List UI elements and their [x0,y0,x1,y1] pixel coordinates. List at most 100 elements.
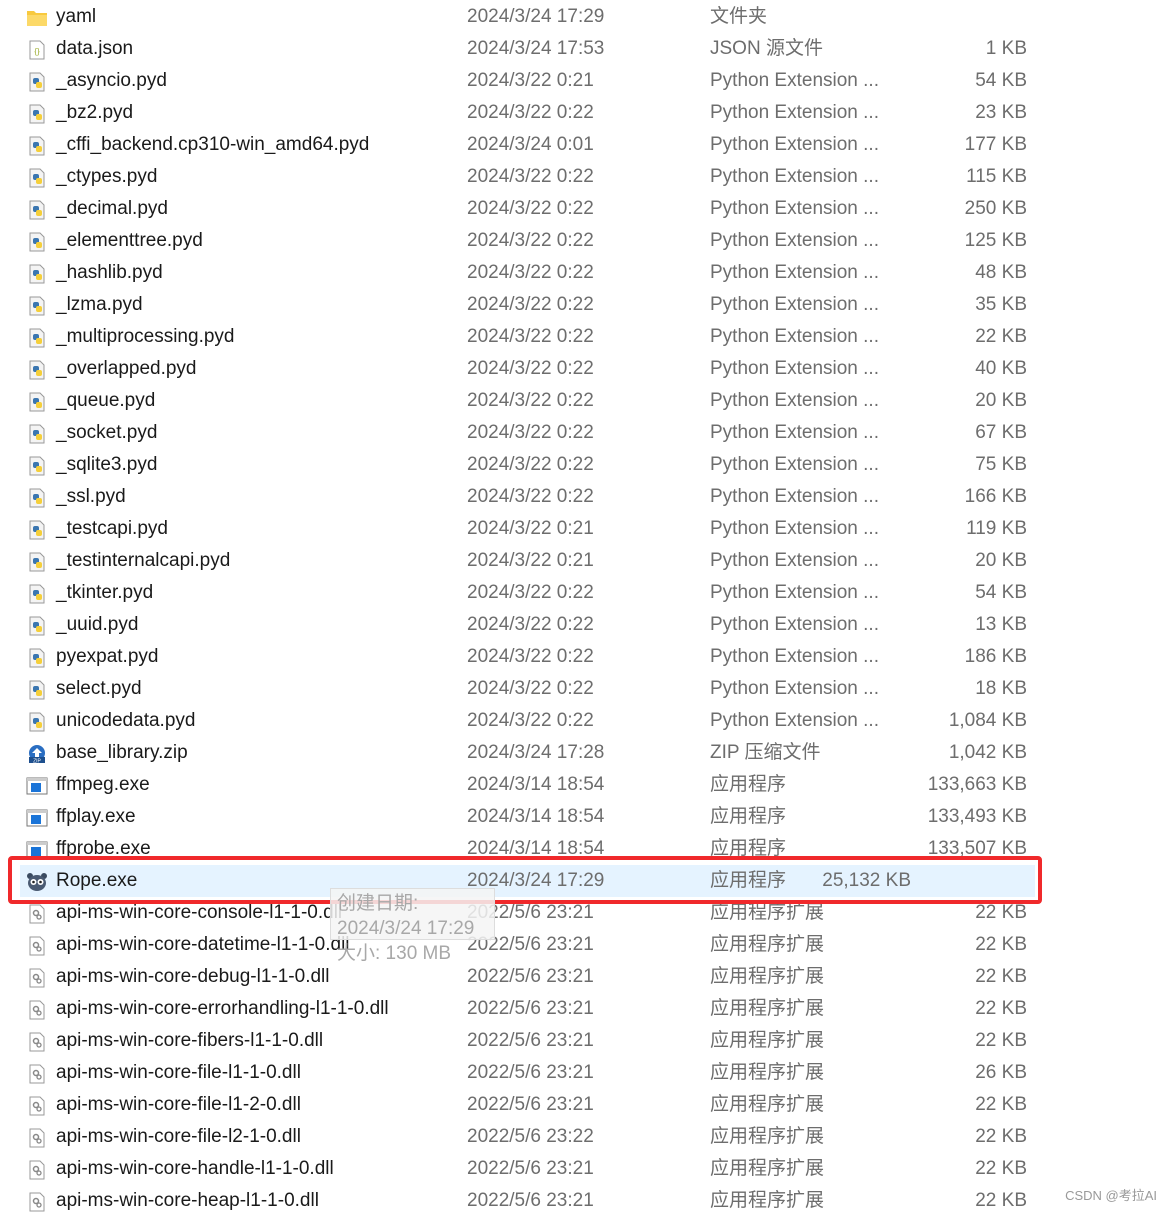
file-row[interactable]: _tkinter.pyd 2024/3/22 0:22 Python Exten… [0,577,1171,609]
file-type: ZIP 压缩文件 [710,742,821,763]
file-row[interactable]: _overlapped.pyd 2024/3/22 0:22 Python Ex… [0,353,1171,385]
file-size: 54 KB [975,70,1027,91]
file-type: Python Extension ... [710,262,879,283]
file-name: api-ms-win-core-errorhandling-l1-1-0.dll [56,998,389,1019]
file-name: _decimal.pyd [56,198,168,219]
file-row[interactable]: api-ms-win-core-heap-l1-1-0.dll 2022/5/6… [0,1185,1171,1217]
file-row[interactable]: _uuid.pyd 2024/3/22 0:22 Python Extensio… [0,609,1171,641]
file-type: Python Extension ... [710,518,879,539]
file-size: 75 KB [975,454,1027,475]
file-row[interactable]: _cffi_backend.cp310-win_amd64.pyd 2024/3… [0,129,1171,161]
file-size: 1,084 KB [948,710,1027,731]
file-size: 20 KB [975,390,1027,411]
file-type: Python Extension ... [710,710,879,731]
file-date: 2024/3/22 0:21 [467,70,594,91]
file-row[interactable]: api-ms-win-core-console-l1-1-0.dll 2022/… [0,897,1171,929]
file-name: api-ms-win-core-file-l1-1-0.dll [56,1062,301,1083]
file-row[interactable]: api-ms-win-core-file-l1-2-0.dll 2022/5/6… [0,1089,1171,1121]
file-size: 22 KB [975,1126,1027,1147]
file-size: 125 KB [964,230,1027,251]
file-row[interactable]: _decimal.pyd 2024/3/22 0:22 Python Exten… [0,193,1171,225]
file-type: Python Extension ... [710,198,879,219]
file-date: 2024/3/22 0:22 [467,102,594,123]
file-size: 22 KB [975,1158,1027,1179]
file-size: 18 KB [975,678,1027,699]
dll-file-icon [26,1159,48,1180]
file-name: ffmpeg.exe [56,774,150,795]
file-name: _cffi_backend.cp310-win_amd64.pyd [56,134,370,155]
tooltip-size: 大小: 130 MB [337,943,452,964]
file-row[interactable]: _testcapi.pyd 2024/3/22 0:21 Python Exte… [0,513,1171,545]
file-type: 应用程序 [710,870,787,891]
file-type: Python Extension ... [710,678,879,699]
file-row[interactable]: _socket.pyd 2024/3/22 0:22 Python Extens… [0,417,1171,449]
file-size: 166 KB [964,486,1027,507]
file-row[interactable]: api-ms-win-core-file-l1-1-0.dll 2022/5/6… [0,1057,1171,1089]
file-row[interactable]: _queue.pyd 2024/3/22 0:22 Python Extensi… [0,385,1171,417]
python-file-icon [26,647,48,668]
file-type: 应用程序扩展 [710,902,825,923]
file-row[interactable]: select.pyd 2024/3/22 0:22 Python Extensi… [0,673,1171,705]
file-name: base_library.zip [56,742,188,763]
file-date: 2024/3/22 0:22 [467,198,594,219]
file-date: 2024/3/14 18:54 [467,838,605,859]
file-row[interactable]: _multiprocessing.pyd 2024/3/22 0:22 Pyth… [0,321,1171,353]
file-row[interactable]: _elementtree.pyd 2024/3/22 0:22 Python E… [0,225,1171,257]
file-row[interactable]: ffplay.exe 2024/3/14 18:54 应用程序 133,493 … [0,801,1171,833]
file-type: 文件夹 [710,6,768,27]
file-name: ffplay.exe [56,806,136,827]
file-row[interactable]: {} data.json 2024/3/24 17:53 JSON 源文件 1 … [0,33,1171,65]
python-file-icon [26,71,48,92]
file-type: Python Extension ... [710,614,879,635]
file-row[interactable]: _ssl.pyd 2024/3/22 0:22 Python Extension… [0,481,1171,513]
file-row[interactable]: api-ms-win-core-debug-l1-1-0.dll 2022/5/… [0,961,1171,993]
file-row[interactable]: ffprobe.exe 2024/3/14 18:54 应用程序 133,507… [0,833,1171,865]
file-row[interactable]: _lzma.pyd 2024/3/22 0:22 Python Extensio… [0,289,1171,321]
file-name: _asyncio.pyd [56,70,167,91]
file-row[interactable]: _asyncio.pyd 2024/3/22 0:21 Python Exten… [0,65,1171,97]
file-row[interactable]: ZIP base_library.zip 2024/3/24 17:28 ZIP… [0,737,1171,769]
file-date: 2024/3/22 0:22 [467,678,594,699]
file-row[interactable]: _ctypes.pyd 2024/3/22 0:22 Python Extens… [0,161,1171,193]
file-name: _testcapi.pyd [56,518,168,539]
file-row[interactable]: pyexpat.pyd 2024/3/22 0:22 Python Extens… [0,641,1171,673]
file-row[interactable]: api-ms-win-core-errorhandling-l1-1-0.dll… [0,993,1171,1025]
file-row[interactable]: ffmpeg.exe 2024/3/14 18:54 应用程序 133,663 … [0,769,1171,801]
zip-file-icon: ZIP [26,743,48,765]
file-type: 应用程序扩展 [710,966,825,987]
file-row[interactable]: _bz2.pyd 2024/3/22 0:22 Python Extension… [0,97,1171,129]
file-size: 22 KB [975,1030,1027,1051]
file-row[interactable]: Rope.exe 2024/3/24 17:29 应用程序 25,132 KB [20,865,1035,897]
file-type: Python Extension ... [710,102,879,123]
file-size: 1 KB [985,38,1027,59]
file-row[interactable]: api-ms-win-core-datetime-l1-1-0.dll 2022… [0,929,1171,961]
dll-file-icon [26,1063,48,1084]
svg-text:ZIP: ZIP [33,759,41,765]
file-size: 54 KB [975,582,1027,603]
file-row[interactable]: api-ms-win-core-file-l2-1-0.dll 2022/5/6… [0,1121,1171,1153]
python-file-icon [26,263,48,284]
file-date: 2022/5/6 23:21 [467,1062,594,1083]
file-row[interactable]: _testinternalcapi.pyd 2024/3/22 0:21 Pyt… [0,545,1171,577]
file-size: 186 KB [964,646,1027,667]
file-date: 2024/3/22 0:22 [467,294,594,315]
file-size: 40 KB [975,358,1027,379]
file-row[interactable]: api-ms-win-core-fibers-l1-1-0.dll 2022/5… [0,1025,1171,1057]
file-name: unicodedata.pyd [56,710,196,731]
python-file-icon [26,679,48,700]
file-size: 23 KB [975,102,1027,123]
file-row[interactable]: yaml 2024/3/24 17:29 文件夹 [0,1,1171,33]
dll-file-icon [26,1095,48,1116]
dll-file-icon [26,1031,48,1052]
file-row[interactable]: _sqlite3.pyd 2024/3/22 0:22 Python Exten… [0,449,1171,481]
file-row[interactable]: _hashlib.pyd 2024/3/22 0:22 Python Exten… [0,257,1171,289]
file-size: 133,507 KB [927,838,1027,859]
file-row[interactable]: unicodedata.pyd 2024/3/22 0:22 Python Ex… [0,705,1171,737]
file-row[interactable]: api-ms-win-core-handle-l1-1-0.dll 2022/5… [0,1153,1171,1185]
file-name: pyexpat.pyd [56,646,159,667]
file-name: _hashlib.pyd [56,262,163,283]
file-type: 应用程序扩展 [710,1190,825,1211]
file-name: _queue.pyd [56,390,156,411]
file-date: 2024/3/22 0:22 [467,326,594,347]
file-date: 2022/5/6 23:21 [467,1094,594,1115]
